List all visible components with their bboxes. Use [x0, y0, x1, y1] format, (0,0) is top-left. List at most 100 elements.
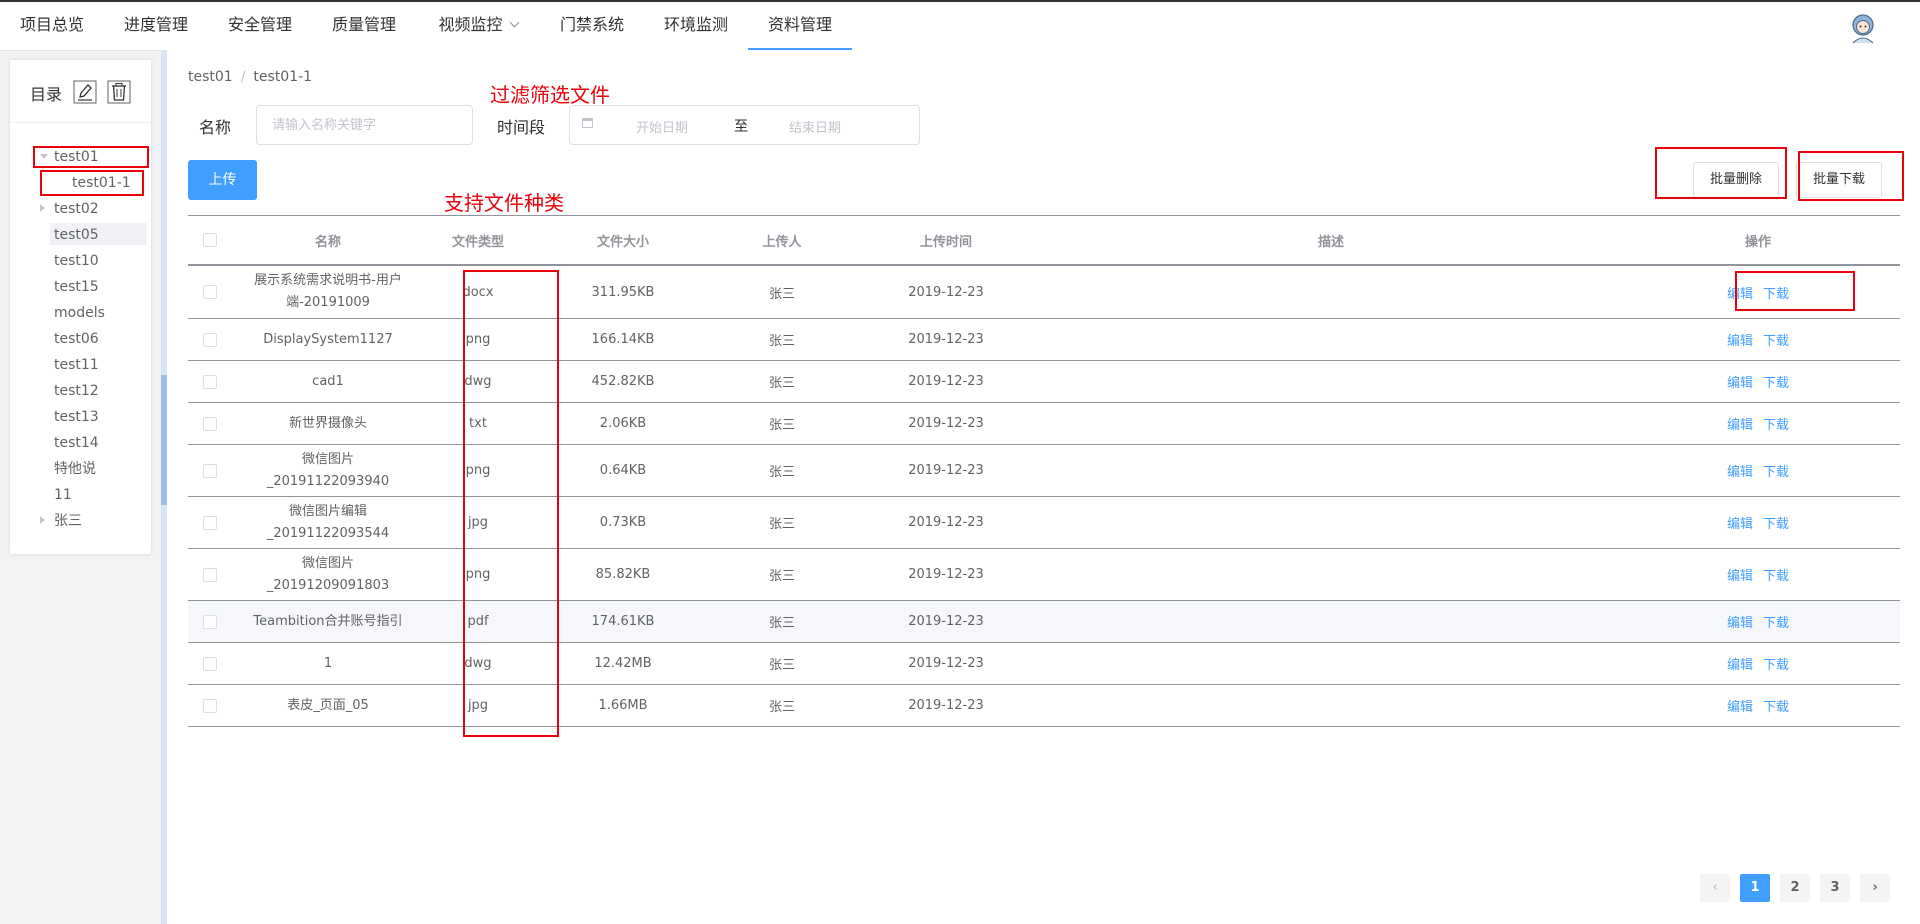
row-upload-time: 2019-12-23 — [908, 656, 984, 671]
tree-node-test15[interactable]: test15 — [54, 277, 99, 297]
nav-item-progress[interactable]: 进度管理 — [104, 2, 208, 50]
edit-link[interactable]: 编辑 — [1727, 654, 1753, 673]
tree-node-11[interactable]: 11 — [54, 485, 72, 505]
table-row[interactable]: 微信图片_20191209091803 png 85.82KB 张三 2019-12-2… — [188, 549, 1900, 601]
edit-link[interactable]: 编辑 — [1727, 372, 1753, 391]
pagination-page-1[interactable]: 1 — [1740, 874, 1770, 902]
start-date-input[interactable]: 开始日期 — [636, 117, 688, 136]
pagination-page-3[interactable]: 3 — [1820, 874, 1850, 902]
row-checkbox[interactable] — [203, 656, 217, 671]
tree-node-test06[interactable]: test06 — [54, 329, 99, 349]
download-link[interactable]: 下载 — [1763, 283, 1789, 302]
table-row[interactable]: DisplaySystem1127 png 166.14KB 张三 2019-12-23… — [188, 319, 1900, 361]
select-all-checkbox[interactable] — [203, 233, 217, 247]
nav-item-environment[interactable]: 环境监测 — [644, 2, 748, 50]
row-name: 微信图片编辑_20191122093544 — [266, 503, 390, 541]
table-row[interactable]: 微信图片_20191122093940 png 0.64KB 张三 2019-12-23… — [188, 445, 1900, 497]
edit-link[interactable]: 编辑 — [1727, 513, 1753, 532]
tree-node-test02[interactable]: test02 — [54, 199, 99, 219]
table-body: 展示系统需求说明书-用户端-20191009 docx 311.95KB 张三 2019… — [188, 266, 1900, 727]
tree-node-models[interactable]: models — [54, 303, 105, 323]
row-description — [1046, 445, 1616, 496]
row-checkbox[interactable] — [203, 515, 217, 530]
row-checkbox[interactable] — [203, 374, 217, 389]
row-file-size: 12.42MB — [594, 656, 652, 671]
row-checkbox[interactable] — [203, 614, 217, 629]
edit-link[interactable]: 编辑 — [1727, 461, 1753, 480]
download-link[interactable]: 下载 — [1763, 565, 1789, 584]
caret-right-icon[interactable] — [40, 204, 45, 212]
row-file-size: 174.61KB — [591, 614, 655, 629]
tree-node-test05[interactable]: test05 — [54, 225, 99, 245]
table-row[interactable]: 新世界摄像头 txt 2.06KB 张三 2019-12-23 编辑 下载 — [188, 403, 1900, 445]
table-row[interactable]: 1 dwg 12.42MB 张三 2019-12-23 编辑 下载 — [188, 643, 1900, 685]
upload-button[interactable]: 上传 — [188, 160, 257, 200]
download-link[interactable]: 下载 — [1763, 513, 1789, 532]
delete-icon[interactable] — [107, 80, 131, 104]
nav-item-access[interactable]: 门禁系统 — [540, 2, 644, 50]
download-link[interactable]: 下载 — [1763, 654, 1789, 673]
tree-node-test12[interactable]: test12 — [54, 381, 99, 401]
row-description — [1046, 643, 1616, 684]
nav-item-documents[interactable]: 资料管理 — [748, 2, 852, 50]
nav-item-safety[interactable]: 安全管理 — [208, 2, 312, 50]
caret-down-icon[interactable] — [40, 154, 48, 159]
nav-item-overview[interactable]: 项目总览 — [0, 2, 104, 50]
tree-node-test13[interactable]: test13 — [54, 407, 99, 427]
caret-right-icon[interactable] — [40, 516, 45, 524]
row-upload-time: 2019-12-23 — [908, 614, 984, 629]
download-link[interactable]: 下载 — [1763, 696, 1789, 715]
edit-link[interactable]: 编辑 — [1727, 414, 1753, 433]
row-description — [1046, 685, 1616, 726]
name-search-field[interactable] — [257, 106, 472, 144]
tree-node-test10[interactable]: test10 — [54, 251, 99, 271]
row-file-type: pdf — [467, 614, 489, 629]
row-checkbox[interactable] — [203, 416, 217, 431]
breadcrumb-parent[interactable]: test01 — [188, 69, 233, 85]
tree-node-test01[interactable]: test01 — [54, 147, 99, 167]
download-link[interactable]: 下载 — [1763, 461, 1789, 480]
tree-node-tetashuo[interactable]: 特他说 — [54, 459, 96, 479]
download-link[interactable]: 下载 — [1763, 372, 1789, 391]
row-name: Teambition合并账号指引 — [253, 613, 403, 629]
pagination-page-2[interactable]: 2 — [1780, 874, 1810, 902]
download-link[interactable]: 下载 — [1763, 330, 1789, 349]
row-file-size: 0.73KB — [599, 515, 647, 530]
row-file-type: png — [465, 567, 491, 582]
table-row[interactable]: cad1 dwg 452.82KB 张三 2019-12-23 编辑 下载 — [188, 361, 1900, 403]
pagination-prev-button[interactable]: ‹ — [1700, 874, 1730, 902]
end-date-input[interactable]: 结束日期 — [789, 117, 841, 136]
tree-node-test01-1[interactable]: test01-1 — [72, 173, 131, 193]
row-name: 新世界摄像头 — [288, 415, 367, 431]
name-search-input[interactable] — [256, 105, 473, 145]
row-checkbox[interactable] — [203, 332, 217, 347]
row-checkbox[interactable] — [203, 698, 217, 713]
row-checkbox[interactable] — [203, 567, 217, 582]
edit-link[interactable]: 编辑 — [1727, 612, 1753, 631]
edit-link[interactable]: 编辑 — [1727, 330, 1753, 349]
tree-node-zhangsan[interactable]: 张三 — [54, 511, 82, 531]
edit-link[interactable]: 编辑 — [1727, 283, 1753, 302]
tree-node-test14[interactable]: test14 — [54, 433, 99, 453]
table-row[interactable]: Teambition合并账号指引 pdf 174.61KB 张三 2019-12-23 编… — [188, 601, 1900, 643]
nav-item-quality[interactable]: 质量管理 — [312, 2, 416, 50]
edit-icon[interactable] — [73, 80, 97, 104]
table-row[interactable]: 展示系统需求说明书-用户端-20191009 docx 311.95KB 张三 2019… — [188, 266, 1900, 319]
user-avatar-icon[interactable] — [1848, 12, 1878, 44]
nav-item-label: 环境监测 — [663, 15, 728, 34]
table-row[interactable]: 表皮_页面_05 jpg 1.66MB 张三 2019-12-23 编辑 下载 — [188, 685, 1900, 727]
table-row[interactable]: 微信图片编辑_20191122093544 jpg 0.73KB 张三 2019-12-… — [188, 497, 1900, 549]
date-range-picker[interactable]: 开始日期 至 结束日期 — [569, 105, 920, 145]
download-link[interactable]: 下载 — [1763, 612, 1789, 631]
row-checkbox[interactable] — [203, 463, 217, 478]
edit-link[interactable]: 编辑 — [1727, 696, 1753, 715]
batch-download-button[interactable]: 批量下载 — [1796, 162, 1882, 198]
row-checkbox[interactable] — [203, 285, 217, 299]
download-link[interactable]: 下载 — [1763, 414, 1789, 433]
pagination-next-button[interactable]: › — [1860, 874, 1890, 902]
batch-delete-button[interactable]: 批量删除 — [1693, 162, 1779, 198]
tree-node-test11[interactable]: test11 — [54, 355, 99, 375]
row-file-type: docx — [462, 284, 494, 300]
edit-link[interactable]: 编辑 — [1727, 565, 1753, 584]
nav-item-video[interactable]: 视频监控 — [416, 2, 540, 50]
